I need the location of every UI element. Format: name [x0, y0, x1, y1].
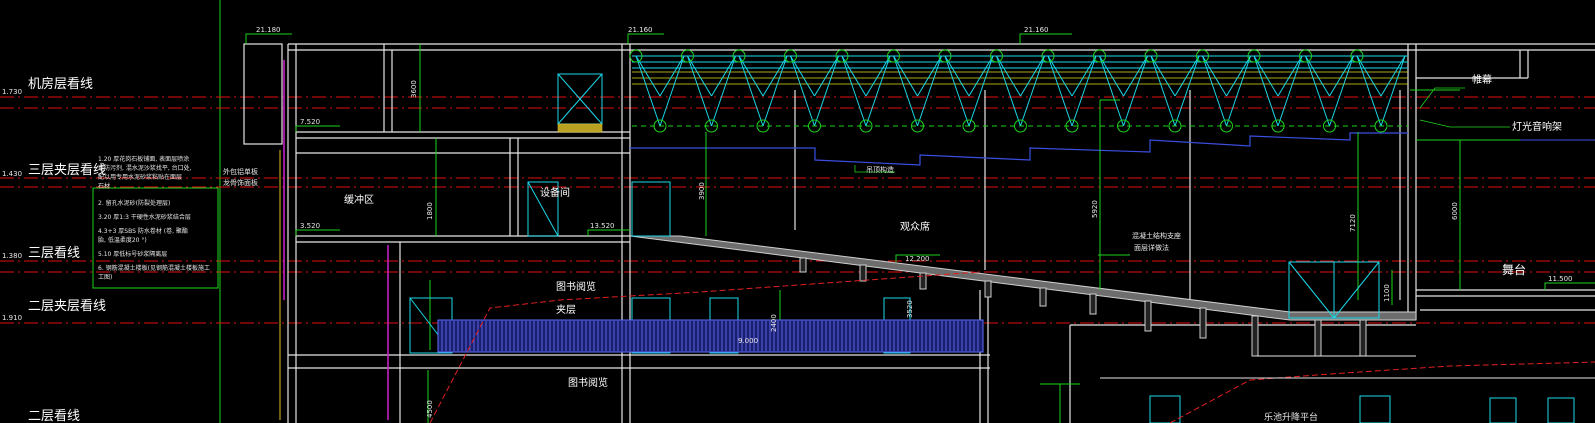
elev-3520a: 3.520: [300, 222, 320, 230]
truss-member: [1150, 55, 1176, 127]
dim-1800: 1800: [426, 202, 434, 220]
spec-line: 2. 留孔水泥砂(防裂处理层): [98, 199, 170, 207]
truss-member: [1329, 55, 1354, 127]
level-label-third-mezzanine: 三层夹层看线: [28, 162, 106, 178]
spec-line: 胎, 低温柔度20 °): [98, 236, 147, 244]
ceiling-line: [630, 132, 1408, 166]
truss-member: [1277, 55, 1303, 127]
truss-member: [917, 55, 942, 127]
truss-member: [635, 55, 661, 127]
truss-member: [1071, 55, 1097, 127]
truss-member: [790, 55, 815, 127]
truss-member: [738, 55, 764, 127]
truss-member: [1099, 55, 1124, 127]
level-label-third-floor: 三层看线: [28, 245, 80, 261]
room-library-upper: 图书阅览: [556, 280, 596, 293]
dim-2400: 2400: [770, 314, 778, 332]
room-equipment: 设备间: [540, 186, 570, 199]
spec-line: 3.20 厚1:3 干硬性水泥砂浆结合层: [98, 213, 191, 221]
truss-member: [711, 55, 736, 127]
truss-member: [841, 55, 867, 127]
level-label-machine-room: 机房层看线: [28, 76, 93, 92]
spec-line: 1.20 厚花岗石板铺面, 表面层喷涂: [98, 155, 189, 163]
truss-member: [1380, 55, 1406, 127]
level-lines: [0, 96, 1595, 324]
truss-member: [1226, 55, 1251, 127]
truss-member: [1047, 55, 1073, 127]
spec-line: 石材: [98, 182, 110, 190]
elev-left-3: 1.380: [2, 252, 22, 260]
roof-truss: [632, 55, 1408, 69]
dim-6000: 6000: [1451, 202, 1459, 220]
label-ceiling: 吊顶构造: [866, 165, 894, 174]
label-concrete-support-2: 面层详做法: [1134, 243, 1169, 252]
truss-member: [968, 55, 994, 127]
cad-section-drawing: 机房层看线 三层夹层看线 三层看线 二层夹层看线 二层看线 1.730 1.43…: [0, 0, 1595, 423]
truss-member: [1174, 55, 1200, 127]
truss-member: [687, 55, 712, 127]
spec-line: 工图): [98, 274, 112, 281]
elev-stage: 11.500: [1548, 275, 1573, 283]
truss-member: [1202, 55, 1227, 127]
dim-1100: 1100: [1383, 284, 1391, 302]
dim-5920: 5920: [1091, 200, 1099, 218]
truss-member: [1305, 55, 1330, 127]
dim-7120: 7120: [1349, 214, 1357, 232]
dim-3520: 3520: [906, 300, 914, 318]
elev-left-1: 1.730: [2, 88, 22, 96]
label-lower-stage: 乐池升降平台: [1264, 411, 1318, 423]
dim-3900: 3900: [698, 182, 706, 200]
room-audience: 观众席: [900, 220, 930, 233]
elev-top-mid: 21.160: [628, 26, 653, 34]
truss-member: [659, 55, 685, 127]
elev-12200: 12.200: [905, 255, 930, 263]
label-mech-shaft: 外包铝单板: [223, 167, 258, 176]
room-library-lower: 图书阅览: [568, 376, 608, 389]
elev-left-2: 1.430: [2, 170, 22, 178]
structure-outline: [243, 43, 1595, 423]
spec-line: 6. 钢筋混凝土楼板(见钢筋混凝土楼板施工: [98, 264, 210, 272]
truss-member: [1356, 55, 1382, 127]
spec-line: 4.3+3 厚SBS 防水卷材 (卷, 聚酯: [98, 227, 188, 235]
truss-member: [944, 55, 970, 127]
truss-member: [865, 55, 891, 127]
elev-9000: 9.000: [738, 337, 758, 345]
elev-7520: 7.520: [300, 118, 320, 126]
spec-notes: 1.20 厚花岗石板铺面, 表面层喷涂 透防污剂, 混水泥沙浆找平, 台口处, …: [98, 155, 210, 281]
elev-top-right: 21.160: [1024, 26, 1049, 34]
truss-member: [893, 55, 918, 127]
truss-member: [1123, 55, 1148, 127]
label-mech-shaft-2: 龙骨饰面板: [223, 178, 258, 187]
elev-3520b: 13.520: [590, 222, 615, 230]
dim-3600: 3600: [410, 80, 418, 98]
spec-line: 5.10 厚低标号砂浆隔离层: [98, 250, 167, 258]
spec-line: 配以用专用水泥砂浆粘贴在面层: [98, 173, 182, 181]
spec-line: 透防污剂, 混水泥沙浆找平, 台口处,: [98, 164, 192, 172]
level-label-second-mezzanine: 二层夹层看线: [28, 298, 106, 314]
truss-member: [1020, 55, 1045, 127]
elev-top-left: 21.180: [256, 26, 281, 34]
label-curtain: 帷幕: [1472, 73, 1492, 86]
balustrade: [437, 319, 984, 353]
room-mezzanine: 夹层: [556, 303, 576, 316]
room-stage: 舞台: [1502, 262, 1526, 277]
label-concrete-support: 混凝土结构支座: [1132, 231, 1181, 240]
truss-member: [814, 55, 839, 127]
truss-member: [762, 55, 788, 127]
label-lighting-truss: 灯光音响架: [1512, 120, 1562, 133]
truss-member: [996, 55, 1021, 127]
room-buffer: 缓冲区: [344, 193, 374, 206]
level-label-second-floor: 二层看线: [28, 408, 80, 423]
elev-left-4: 1.910: [2, 314, 22, 322]
truss-member: [1253, 55, 1279, 127]
dim-4500: 4500: [426, 400, 434, 418]
